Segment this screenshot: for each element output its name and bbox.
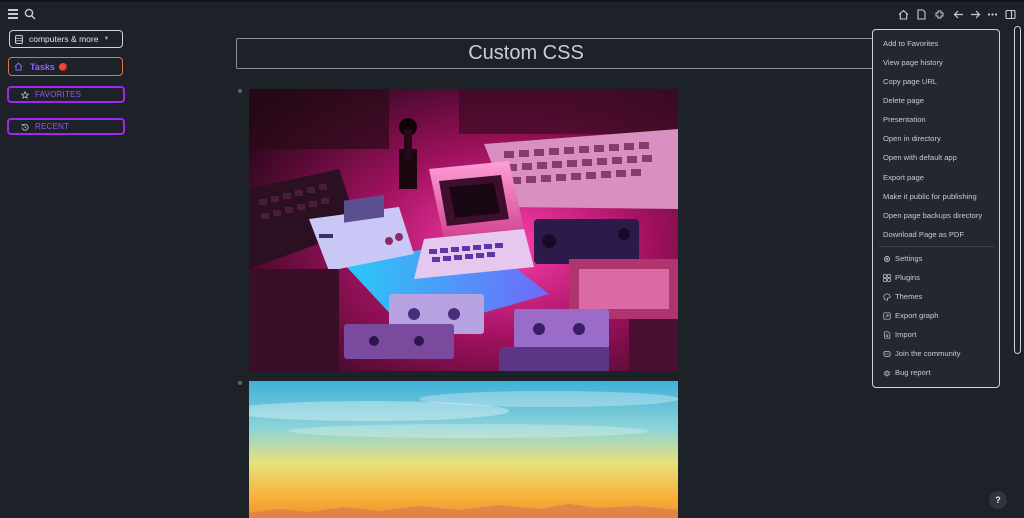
import-icon <box>884 330 891 339</box>
gear-icon <box>884 255 890 262</box>
search-icon[interactable] <box>24 8 36 20</box>
page-options-menu: Add to Favorites View page history Copy … <box>872 29 1000 388</box>
favorites-label: FAVORITES <box>35 90 82 99</box>
page-title-box[interactable]: Custom CSS <box>236 38 916 69</box>
bug-icon <box>883 369 891 376</box>
history-icon <box>21 123 29 131</box>
sidebar-favorites[interactable]: FAVORITES <box>7 86 125 103</box>
scrollbar[interactable] <box>1014 26 1021 354</box>
sunset-sky-picture <box>249 381 678 518</box>
arrow-left-icon[interactable] <box>953 9 964 20</box>
home-icon[interactable] <box>898 9 909 20</box>
export-icon <box>883 311 891 320</box>
sidebar-item-tasks[interactable]: Tasks <box>8 57 123 76</box>
sidebar-recent[interactable]: RECENT <box>7 118 125 135</box>
menu-item-open-in-directory[interactable]: Open in directory <box>883 134 941 143</box>
graph-selector[interactable]: computers & more ▼ <box>9 30 123 48</box>
menu-item-import[interactable]: Import <box>883 330 917 339</box>
palette-icon <box>883 292 891 301</box>
chevron-down-icon: ▼ <box>103 36 110 42</box>
menu-item-themes[interactable]: Themes <box>883 292 922 301</box>
menu-item-settings[interactable]: Settings <box>883 254 922 263</box>
sidebar-item-label: Tasks <box>30 61 55 72</box>
menu-item-open-with-default-app[interactable]: Open with default app <box>883 153 957 162</box>
graph-name: computers & more <box>29 34 99 44</box>
help-button[interactable]: ? <box>989 491 1007 509</box>
arrow-right-icon[interactable] <box>970 9 981 20</box>
block-bullet[interactable] <box>238 381 242 385</box>
app-window: computers & more ▼ Tasks FAVORITES RECEN… <box>0 0 1024 518</box>
menu-item-export-page[interactable]: Export page <box>883 173 924 182</box>
menu-item-presentation[interactable]: Presentation <box>883 115 926 124</box>
retro-computers-image[interactable] <box>249 89 678 371</box>
more-icon[interactable] <box>987 9 998 20</box>
menu-item-download-pdf[interactable]: Download Page as PDF <box>883 230 964 239</box>
menu-item-delete-page[interactable]: Delete page <box>883 96 924 105</box>
menu-item-join-community[interactable]: Join the community <box>883 349 960 358</box>
retro-computers-picture <box>249 89 678 371</box>
plugins-icon[interactable] <box>934 9 945 20</box>
star-icon <box>21 90 29 99</box>
menu-item-view-page-history[interactable]: View page history <box>883 58 943 67</box>
menu-toggle-icon[interactable] <box>8 9 18 19</box>
menu-item-export-graph[interactable]: Export graph <box>883 311 938 320</box>
window-top-edge <box>0 0 1024 2</box>
block-bullet[interactable] <box>238 89 242 93</box>
menu-item-plugins[interactable]: Plugins <box>883 273 920 282</box>
plugins-icon <box>883 273 891 282</box>
home-icon <box>14 62 23 71</box>
sky-image[interactable] <box>249 381 678 518</box>
page-title: Custom CSS <box>468 42 584 64</box>
menu-item-make-public[interactable]: Make it public for publishing <box>883 192 977 201</box>
database-icon <box>15 34 23 44</box>
menu-item-bug-report[interactable]: Bug report <box>883 368 930 377</box>
menu-item-open-backups-directory[interactable]: Open page backups directory <box>883 211 982 220</box>
menu-item-add-to-favorites[interactable]: Add to Favorites <box>883 39 938 48</box>
recent-label: RECENT <box>35 122 70 131</box>
sidebar-toggle-icon[interactable] <box>1005 9 1016 20</box>
new-page-icon[interactable] <box>916 9 927 20</box>
community-icon <box>883 350 891 357</box>
menu-divider <box>879 246 995 247</box>
menu-item-copy-page-url[interactable]: Copy page URL <box>883 77 937 86</box>
red-circle-icon <box>58 62 67 71</box>
